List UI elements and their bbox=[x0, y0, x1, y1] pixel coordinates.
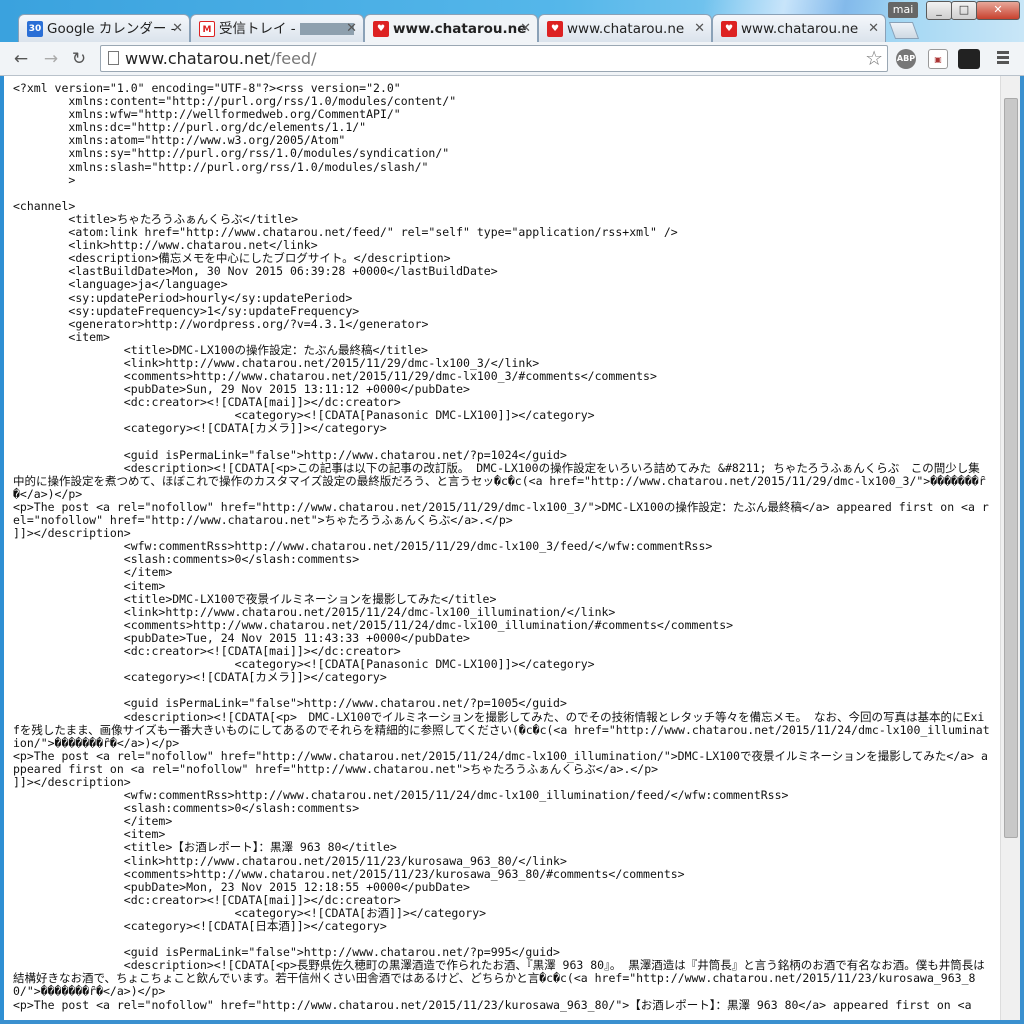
dark-extension-icon[interactable] bbox=[958, 49, 980, 69]
back-arrow-icon[interactable]: ← bbox=[10, 48, 32, 70]
maximize-button[interactable]: □ bbox=[951, 1, 977, 20]
tab-label: www.chatarou.ne bbox=[567, 21, 685, 37]
url-text[interactable]: www.chatarou.net/feed/ bbox=[125, 46, 316, 71]
site-heart-icon: ♥ bbox=[373, 21, 389, 37]
close-icon[interactable]: ✕ bbox=[346, 15, 357, 42]
page-viewport: <?xml version="1.0" encoding="UTF-8"?><r… bbox=[4, 76, 1000, 1020]
tab-chatarou-feed-active[interactable]: ♥ www.chatarou.ne ✕ bbox=[364, 14, 538, 42]
reload-icon[interactable]: ↻ bbox=[68, 48, 90, 70]
adblock-plus-icon[interactable]: ABP bbox=[896, 49, 916, 69]
forward-arrow-icon[interactable]: → bbox=[40, 48, 62, 70]
rss-source-text: <?xml version="1.0" encoding="UTF-8"?><r… bbox=[13, 81, 990, 1012]
tab-label: www.chatarou.ne bbox=[393, 21, 527, 37]
profile-badge[interactable]: mai bbox=[888, 2, 918, 18]
gmail-icon: M bbox=[199, 21, 215, 37]
vertical-scrollbar[interactable] bbox=[1000, 76, 1020, 1020]
screenshot-extension-icon[interactable]: ▣ bbox=[928, 49, 948, 69]
page-icon bbox=[108, 51, 119, 65]
window-frame-bottom bbox=[0, 1020, 1024, 1024]
address-bar[interactable]: www.chatarou.net/feed/ ☆ bbox=[100, 45, 888, 72]
site-heart-icon: ♥ bbox=[547, 21, 563, 37]
tab-label: 受信トレイ - bbox=[219, 21, 296, 37]
close-icon[interactable]: ✕ bbox=[694, 15, 705, 42]
url-host: www.chatarou.net bbox=[125, 49, 271, 68]
close-icon[interactable]: ✕ bbox=[172, 15, 183, 42]
tab-label: Google カレンダー - bbox=[47, 21, 176, 37]
close-icon[interactable]: ✕ bbox=[868, 15, 879, 42]
close-icon[interactable]: ✕ bbox=[520, 15, 531, 42]
bookmark-star-icon[interactable]: ☆ bbox=[865, 46, 883, 71]
url-path: /feed/ bbox=[270, 49, 317, 68]
close-window-button[interactable]: ✕ bbox=[976, 1, 1020, 20]
scrollbar-thumb[interactable] bbox=[1004, 98, 1018, 838]
tab-chatarou-2[interactable]: ♥ www.chatarou.ne ✕ bbox=[538, 14, 712, 42]
tab-inbox[interactable]: M 受信トレイ - ✕ bbox=[190, 14, 364, 42]
tab-chatarou-3[interactable]: ♥ www.chatarou.ne ✕ bbox=[712, 14, 886, 42]
tab-google-calendar[interactable]: 30 Google カレンダー - ✕ bbox=[18, 14, 190, 42]
browser-toolbar: ← → ↻ www.chatarou.net/feed/ ☆ ABP ▣ bbox=[0, 42, 1024, 76]
minimize-button[interactable]: _ bbox=[926, 1, 952, 20]
tab-label: www.chatarou.ne bbox=[741, 21, 859, 37]
calendar-icon: 30 bbox=[27, 21, 43, 37]
hamburger-menu-icon[interactable] bbox=[997, 51, 1009, 66]
site-heart-icon: ♥ bbox=[721, 21, 737, 37]
window-frame-right bbox=[1020, 76, 1024, 1024]
